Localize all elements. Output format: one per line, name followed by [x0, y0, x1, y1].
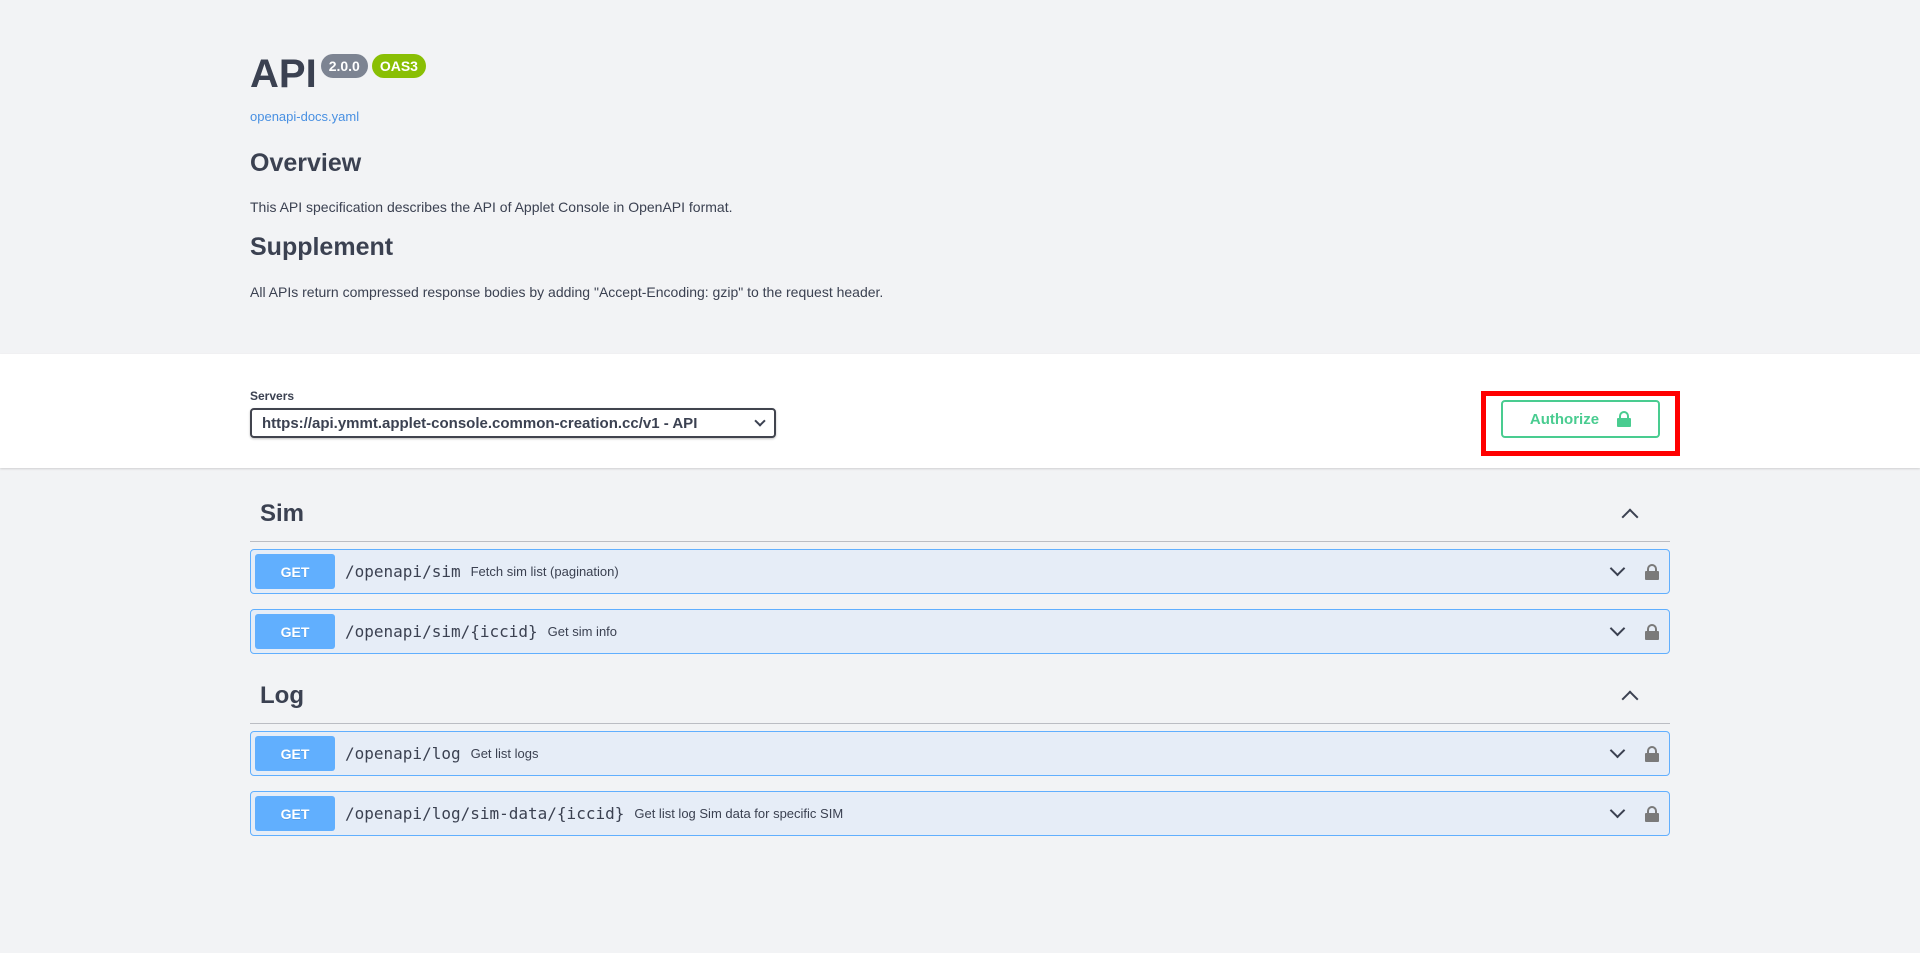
- authorize-button[interactable]: Authorize: [1501, 400, 1660, 438]
- oas-badge: OAS3: [371, 54, 426, 78]
- tag-section-log: Log: [250, 668, 1670, 724]
- tag-header-log[interactable]: Log: [250, 668, 1670, 724]
- chevron-down-icon[interactable]: [1609, 560, 1626, 577]
- chevron-up-icon: [1621, 508, 1639, 525]
- lock-icon[interactable]: [1645, 805, 1659, 822]
- tag-header-sim[interactable]: Sim: [250, 486, 1670, 542]
- lock-icon[interactable]: [1645, 563, 1659, 580]
- overview-text: This API specification describes the API…: [250, 199, 733, 215]
- unlocked-lock-icon: [1617, 411, 1632, 427]
- spec-link[interactable]: openapi-docs.yaml: [250, 109, 359, 124]
- chevron-down-icon: [754, 415, 766, 427]
- chevron-down-icon[interactable]: [1609, 620, 1626, 637]
- chevron-down-icon[interactable]: [1609, 802, 1626, 819]
- operation-row[interactable]: GET /openapi/log Get list logs: [250, 731, 1670, 776]
- lock-icon[interactable]: [1645, 623, 1659, 640]
- operation-path: /openapi/sim/{iccid}: [345, 622, 538, 641]
- operation-summary: Get sim info: [547, 624, 618, 639]
- operation-summary: Get list log Sim data for specific SIM: [634, 806, 844, 821]
- servers-label: Servers: [250, 389, 295, 403]
- lock-icon[interactable]: [1645, 745, 1659, 762]
- supplement-text: All APIs return compressed response bodi…: [250, 284, 884, 300]
- operation-row[interactable]: GET /openapi/sim/{iccid} Get sim info: [250, 609, 1670, 654]
- method-badge: GET: [255, 736, 335, 771]
- operation-row[interactable]: GET /openapi/sim Fetch sim list (paginat…: [250, 549, 1670, 594]
- operation-path: /openapi/sim: [345, 562, 461, 581]
- operation-summary: Get list logs: [470, 746, 539, 761]
- method-badge: GET: [255, 554, 335, 589]
- api-title: API: [250, 52, 317, 96]
- tag-name: Log: [260, 681, 304, 709]
- method-badge: GET: [255, 614, 335, 649]
- tag-section-sim: Sim: [250, 486, 1670, 542]
- tag-name: Sim: [260, 499, 305, 527]
- title-row: API 2.0.0 OAS3: [250, 50, 426, 98]
- authorize-label: Authorize: [1529, 410, 1600, 428]
- overview-heading: Overview: [250, 149, 362, 177]
- operation-row[interactable]: GET /openapi/log/sim-data/{iccid} Get li…: [250, 791, 1670, 836]
- operation-path: /openapi/log/sim-data/{iccid}: [345, 804, 625, 823]
- operation-path: /openapi/log: [345, 744, 461, 763]
- supplement-heading: Supplement: [250, 233, 394, 261]
- server-select-value: https://api.ymmt.applet-console.common-c…: [262, 414, 698, 432]
- server-select[interactable]: https://api.ymmt.applet-console.common-c…: [250, 408, 776, 438]
- operation-summary: Fetch sim list (pagination): [470, 564, 619, 579]
- version-badge: 2.0.0: [320, 54, 368, 78]
- chevron-down-icon[interactable]: [1609, 742, 1626, 759]
- chevron-up-icon: [1621, 690, 1639, 707]
- method-badge: GET: [255, 796, 335, 831]
